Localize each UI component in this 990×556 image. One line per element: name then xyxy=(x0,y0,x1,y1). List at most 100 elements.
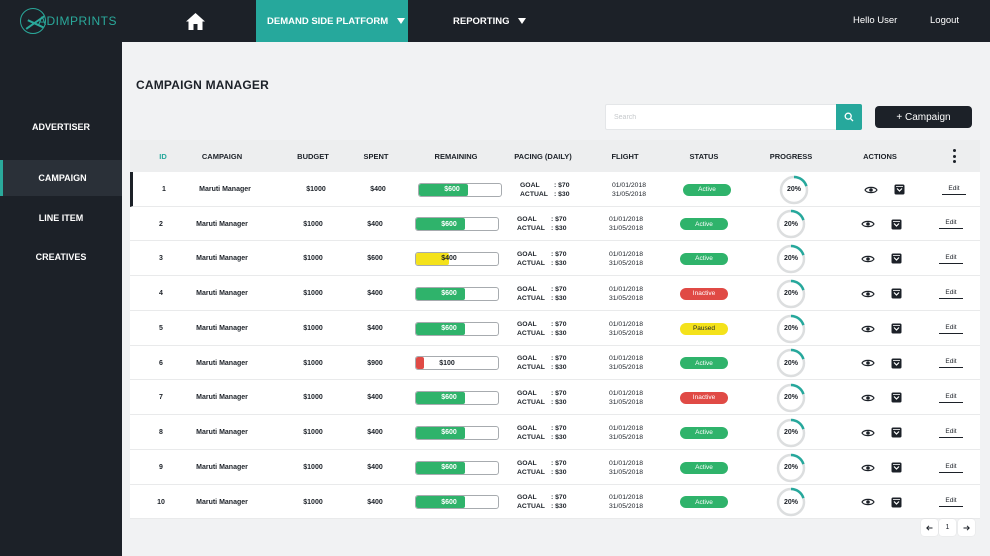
sidebar-item-line-item[interactable]: LINE ITEM xyxy=(0,200,122,236)
column-header-id[interactable]: ID xyxy=(148,140,178,172)
archive-button[interactable] xyxy=(890,450,902,485)
view-button[interactable] xyxy=(861,311,875,346)
nav-demand-side-platform[interactable]: DEMAND SIDE PLATFORM xyxy=(256,0,408,42)
search-button[interactable] xyxy=(836,104,862,130)
pagination-page-current[interactable]: 1 xyxy=(939,519,956,536)
archive-button[interactable] xyxy=(890,311,902,346)
edit-button[interactable]: Edit xyxy=(939,497,963,507)
pagination-prev-button[interactable] xyxy=(921,519,938,536)
progress-percent: 20% xyxy=(783,464,798,471)
table-row[interactable]: 9 Maruti Manager $1000 $400 $600 GOAL: $70 ACT… xyxy=(130,450,980,485)
table-row[interactable]: 5 Maruti Manager $1000 $400 $600 GOAL: $70 ACT… xyxy=(130,311,980,346)
archive-button[interactable] xyxy=(890,485,902,519)
logout-link[interactable]: Logout xyxy=(930,15,959,26)
row-campaign-name[interactable]: Maruti Manager xyxy=(182,311,262,346)
archive-icon xyxy=(891,358,901,368)
eye-icon xyxy=(861,255,875,262)
edit-button[interactable]: Edit xyxy=(939,463,963,473)
row-flight: 01/01/2018 31/05/2018 xyxy=(596,241,656,276)
row-campaign-name[interactable]: Maruti Manager xyxy=(182,207,262,241)
table-row[interactable]: 4 Maruti Manager $1000 $400 $600 GOAL: $70 ACT… xyxy=(130,276,980,311)
column-header-actions[interactable]: ACTIONS xyxy=(850,140,910,172)
column-header-campaign[interactable]: CAMPAIGN xyxy=(182,140,262,172)
archive-button[interactable] xyxy=(890,241,902,276)
table-row[interactable]: 1 Maruti Manager $1000 $400 $600 GOAL: $70 ACT… xyxy=(130,172,980,207)
status-badge: Active xyxy=(680,252,728,265)
row-campaign-name[interactable]: Maruti Manager xyxy=(182,241,262,276)
table-row[interactable]: 2 Maruti Manager $1000 $400 $600 GOAL: $70 ACT… xyxy=(130,207,980,241)
archive-button[interactable] xyxy=(890,415,902,450)
table-header: ID CAMPAIGN BUDGET SPENT REMAINING PACIN… xyxy=(130,140,980,172)
sidebar-item-label: LINE ITEM xyxy=(38,213,84,223)
view-button[interactable] xyxy=(864,172,878,207)
user-greeting: Hello User xyxy=(853,15,898,26)
row-campaign-name[interactable]: Maruti Manager xyxy=(182,485,262,519)
edit-button[interactable]: Edit xyxy=(939,289,963,299)
column-header-pacing[interactable]: PACING (DAILY) xyxy=(508,140,578,172)
row-progress: 20% xyxy=(761,450,821,485)
edit-button[interactable]: Edit xyxy=(939,393,963,403)
column-header-spent[interactable]: SPENT xyxy=(346,140,406,172)
view-button[interactable] xyxy=(861,346,875,380)
row-budget: $1000 xyxy=(303,325,323,332)
table-row[interactable]: 10 Maruti Manager $1000 $400 $600 GOAL: $70 AC… xyxy=(130,485,980,519)
column-header-status[interactable]: STATUS xyxy=(674,140,734,172)
sidebar-item-advertiser[interactable]: ADVERTISER xyxy=(0,109,122,145)
archive-button[interactable] xyxy=(890,346,902,380)
edit-button[interactable]: Edit xyxy=(939,324,963,334)
archive-button[interactable] xyxy=(890,380,902,415)
edit-button[interactable]: Edit xyxy=(939,428,963,438)
status-badge: Active xyxy=(683,183,731,196)
search-input[interactable] xyxy=(606,105,836,129)
archive-button[interactable] xyxy=(890,276,902,311)
brand-logo[interactable]: ADIMPRINTS xyxy=(20,7,117,35)
row-campaign-name[interactable]: Maruti Manager xyxy=(185,172,265,207)
pagination-next-button[interactable] xyxy=(958,519,975,536)
view-button[interactable] xyxy=(861,241,875,276)
table-row[interactable]: 6 Maruti Manager $1000 $900 $100 GOAL: $70 ACT… xyxy=(130,346,980,380)
column-header-progress[interactable]: PROGRESS xyxy=(761,140,821,172)
column-header-remaining[interactable]: REMAINING xyxy=(413,140,499,172)
row-progress: 20% xyxy=(761,346,821,380)
edit-button[interactable]: Edit xyxy=(942,185,966,195)
row-campaign-name[interactable]: Maruti Manager xyxy=(182,450,262,485)
flight-end-date: 31/05/2018 xyxy=(608,398,644,406)
table-row[interactable]: 7 Maruti Manager $1000 $400 $600 GOAL: $70 ACT… xyxy=(130,380,980,415)
row-campaign-name[interactable]: Maruti Manager xyxy=(182,380,262,415)
archive-icon xyxy=(891,253,901,264)
row-budget: $1000 xyxy=(303,220,323,228)
eye-icon xyxy=(861,498,875,506)
home-button[interactable] xyxy=(182,10,208,32)
edit-link-wrapper: Edit xyxy=(936,380,966,415)
table-row[interactable]: 8 Maruti Manager $1000 $400 $600 GOAL: $70 ACT… xyxy=(130,415,980,450)
archive-button[interactable] xyxy=(890,207,902,241)
row-campaign-name[interactable]: Maruti Manager xyxy=(182,415,262,450)
column-header-flight[interactable]: FLIGHT xyxy=(596,140,654,172)
view-button[interactable] xyxy=(861,276,875,311)
edit-button[interactable]: Edit xyxy=(939,254,963,264)
sidebar-item-creatives[interactable]: CREATIVES xyxy=(0,239,122,275)
remaining-amount: $400 xyxy=(441,255,457,262)
row-campaign-name[interactable]: Maruti Manager xyxy=(182,276,262,311)
pacing-actual-value: : $30 xyxy=(551,259,567,267)
edit-button[interactable]: Edit xyxy=(939,219,963,229)
view-button[interactable] xyxy=(861,380,875,415)
more-options-icon[interactable] xyxy=(949,149,959,163)
row-campaign-name[interactable]: Maruti Manager xyxy=(182,346,262,380)
archive-button[interactable] xyxy=(893,172,905,207)
column-header-budget[interactable]: BUDGET xyxy=(283,140,343,172)
add-campaign-button[interactable]: + Campaign xyxy=(875,106,972,128)
row-flight: 01/01/2018 31/05/2018 xyxy=(599,172,659,207)
sidebar-item-campaign[interactable]: CAMPAIGN xyxy=(0,160,122,196)
edit-button[interactable]: Edit xyxy=(939,358,963,368)
nav-reporting[interactable]: REPORTING xyxy=(440,0,540,42)
row-status: Active xyxy=(674,485,734,519)
progress-percent: 20% xyxy=(783,290,798,297)
arrow-right-icon xyxy=(963,524,970,531)
view-button[interactable] xyxy=(861,207,875,241)
row-remaining: $400 xyxy=(414,241,500,276)
view-button[interactable] xyxy=(861,415,875,450)
view-button[interactable] xyxy=(861,450,875,485)
view-button[interactable] xyxy=(861,485,875,519)
table-row[interactable]: 3 Maruti Manager $1000 $600 $400 GOAL: $70 ACT… xyxy=(130,241,980,276)
